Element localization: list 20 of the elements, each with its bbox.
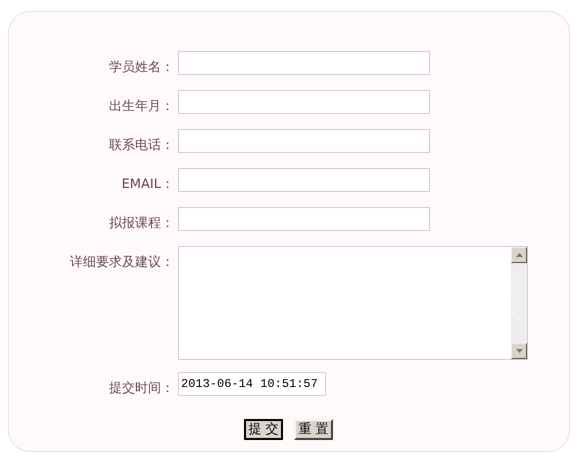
time-field[interactable]: 2013-06-14 10:51:57 [178, 372, 326, 396]
scroll-up-button[interactable] [511, 247, 527, 263]
field-label: 出生年月： [109, 99, 174, 114]
field-label: 提交时间： [109, 381, 174, 396]
form-button[interactable]: 提 交 [244, 419, 283, 440]
down-arrow-icon [516, 349, 522, 353]
text-field[interactable] [178, 168, 430, 192]
text-field[interactable] [178, 51, 430, 75]
form-button[interactable]: 重 置 [294, 419, 333, 440]
scroll-down-button[interactable] [511, 343, 527, 359]
field-label: 学员姓名： [109, 60, 174, 75]
field-label: 拟报课程： [109, 216, 174, 231]
field-label: EMAIL： [122, 177, 174, 192]
up-arrow-icon [516, 253, 522, 257]
text-field[interactable] [178, 207, 430, 231]
text-field[interactable] [178, 129, 430, 153]
text-field[interactable] [178, 90, 430, 114]
scrollbar[interactable] [511, 247, 527, 359]
field-label: 详细要求及建议： [70, 255, 174, 270]
field-label: 联系电话： [109, 138, 174, 153]
